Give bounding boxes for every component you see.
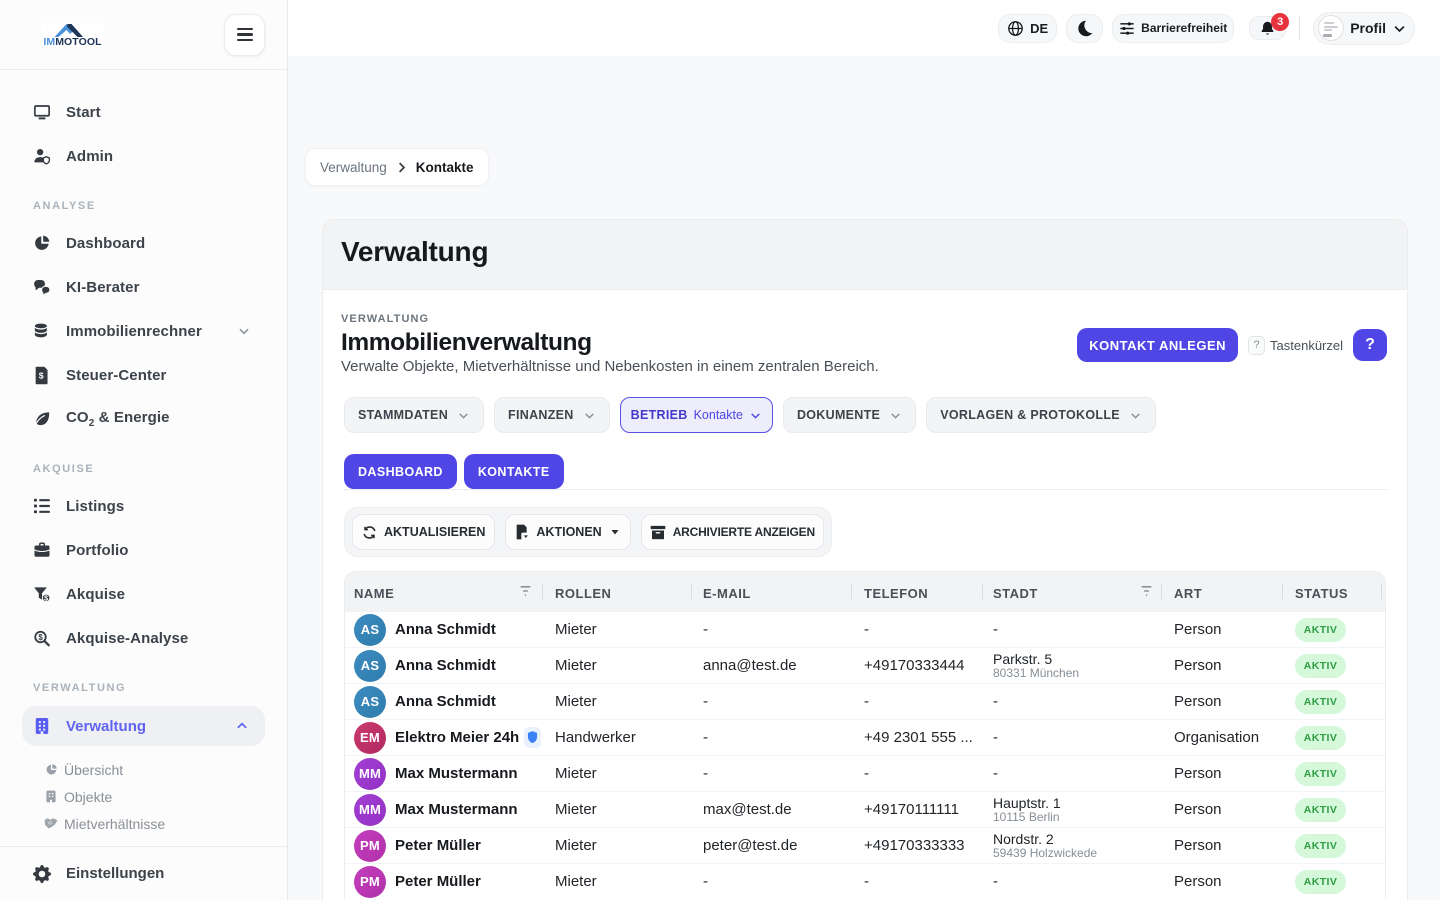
svg-text:$: $ xyxy=(39,370,44,380)
svg-text:$: $ xyxy=(38,632,43,641)
svg-text:$: $ xyxy=(44,594,48,602)
